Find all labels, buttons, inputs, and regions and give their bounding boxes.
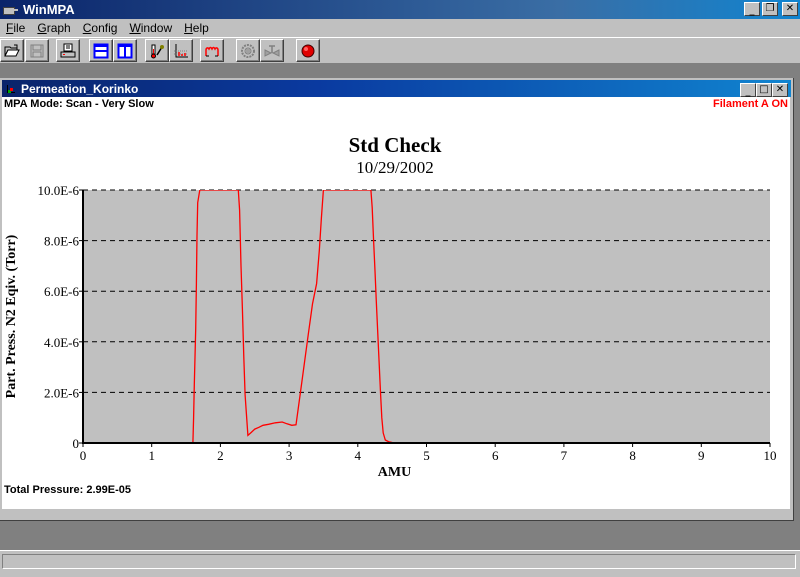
menu-graph-accel: G [37, 21, 47, 35]
x-tick-label: 5 [423, 448, 430, 463]
tile-horizontal-button[interactable] [89, 39, 113, 62]
record-button[interactable] [296, 39, 320, 62]
y-tick-label: 6.0E-6 [44, 284, 80, 299]
minimize-icon: _ [749, 5, 755, 16]
chart-title: Std Check [349, 133, 442, 157]
y-tick-label: 0 [73, 436, 80, 451]
valve-button[interactable] [260, 39, 284, 62]
total-pressure-readout: Total Pressure: 2.99E-05 [4, 484, 131, 496]
y-tick-label: 8.0E-6 [44, 234, 80, 249]
menu-graph-rest: raph [46, 21, 71, 35]
graph-icon [174, 43, 188, 57]
open-button[interactable] [0, 39, 24, 62]
status-bar [0, 550, 800, 577]
menu-window-rest: indow [140, 21, 173, 35]
menu-graph[interactable]: Graph [31, 21, 76, 35]
floppy-disk-icon [30, 44, 44, 57]
x-axis-label: AMU [378, 465, 411, 480]
menu-help-accel: H [184, 21, 193, 35]
x-tick-label: 8 [629, 448, 636, 463]
app-icon[interactable] [3, 3, 19, 17]
x-tick-label: 1 [148, 448, 155, 463]
sensor-config-button[interactable] [145, 39, 169, 62]
child-window-title: Permeation_Korinko [21, 81, 139, 96]
filament-coil-icon [205, 46, 219, 56]
valve-icon [264, 44, 280, 57]
child-title-bar[interactable]: Permeation_Korinko _ □ ✕ [2, 80, 791, 97]
child-close-button[interactable]: ✕ [772, 83, 788, 97]
minimize-button[interactable]: _ [744, 2, 760, 16]
app-title: WinMPA [23, 2, 75, 17]
restore-button[interactable]: ❐ [762, 2, 778, 16]
close-icon: ✕ [775, 84, 785, 95]
y-tick-label: 2.0E-6 [44, 385, 80, 400]
minimize-icon: _ [745, 86, 751, 97]
menu-window-accel: W [129, 21, 141, 35]
chart-subtitle: 10/29/2002 [356, 158, 433, 177]
plot-area [83, 190, 770, 443]
record-icon [301, 44, 315, 57]
folder-open-icon [4, 44, 20, 56]
menu-bar: File Graph Config Window Help [0, 19, 800, 37]
tile-vertical-button[interactable] [113, 39, 137, 62]
save-button[interactable] [25, 39, 49, 62]
menu-config-rest: onfig [91, 21, 118, 35]
x-tick-label: 2 [217, 448, 224, 463]
y-axis-label: Part. Press. N2 Eqiv. (Torr) [4, 234, 19, 398]
close-icon: ✕ [785, 3, 795, 14]
thermometer-icon [151, 44, 164, 58]
gear-icon [241, 43, 255, 58]
menu-file[interactable]: File [0, 21, 31, 35]
x-tick-label: 10 [764, 448, 777, 463]
gear-button[interactable] [236, 39, 260, 62]
restore-icon: ❐ [765, 3, 775, 14]
x-tick-label: 6 [492, 448, 499, 463]
child-maximize-button[interactable]: □ [756, 83, 772, 97]
child-minimize-button[interactable]: _ [740, 83, 756, 97]
y-tick-label: 10.0E-6 [37, 183, 79, 198]
status-panel [2, 554, 796, 569]
toolbar [0, 37, 800, 63]
tile-horizontal-icon [93, 43, 109, 58]
menu-file-rest: ile [13, 21, 26, 35]
pressure-chart: Std Check 10/29/2002 0 2.0E-6 4.0E-6 6.0E-6… [4, 133, 777, 480]
child-window-icon[interactable] [5, 83, 17, 95]
maximize-icon: □ [759, 84, 769, 95]
y-tick-label: 4.0E-6 [44, 335, 80, 350]
menu-help[interactable]: Help [178, 21, 215, 35]
tile-vertical-icon [117, 43, 133, 58]
chart-client-area: MPA Mode: Scan - Very Slow Filament A ON… [2, 97, 790, 509]
print-button[interactable] [56, 39, 80, 62]
child-window: Permeation_Korinko _ □ ✕ MPA Mode: Scan … [0, 78, 794, 521]
x-tick-label: 3 [286, 448, 293, 463]
menu-window[interactable]: Window [123, 21, 178, 35]
graph-settings-button[interactable] [169, 39, 193, 62]
x-tick-label: 7 [561, 448, 568, 463]
app-title-bar[interactable]: WinMPA _ ❐ ✕ [0, 0, 800, 19]
x-tick-label: 9 [698, 448, 705, 463]
close-button[interactable]: ✕ [782, 2, 798, 16]
menu-help-rest: elp [192, 21, 209, 35]
x-tick-label: 4 [355, 448, 362, 463]
printer-icon [60, 43, 76, 57]
x-tick-label: 0 [80, 448, 87, 463]
menu-config[interactable]: Config [77, 21, 124, 35]
filament-button[interactable] [200, 39, 224, 62]
